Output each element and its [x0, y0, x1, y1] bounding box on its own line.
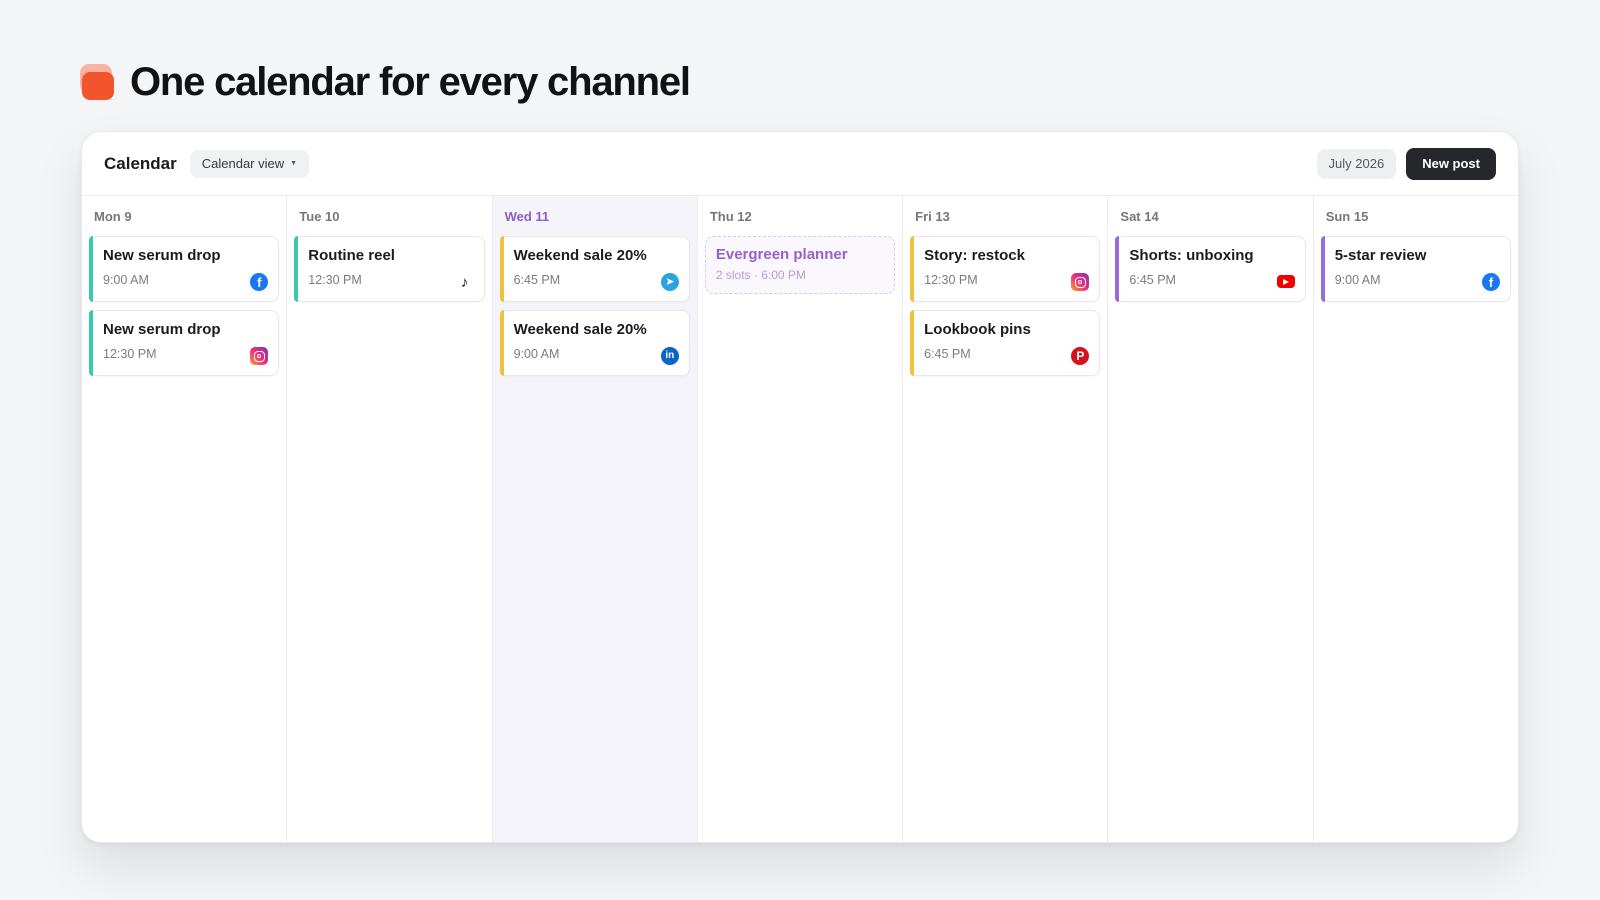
- post-title: Routine reel: [308, 247, 395, 264]
- post-title: New serum drop: [103, 321, 221, 338]
- post-card[interactable]: Lookbook pins 6:45 PM P: [910, 310, 1101, 376]
- post-card[interactable]: New serum drop 12:30 PM: [89, 310, 280, 376]
- post-title: Lookbook pins: [924, 321, 1031, 338]
- post-card[interactable]: Routine reel 12:30 PM ♪: [294, 236, 485, 302]
- day-header: Tue 10: [299, 208, 340, 224]
- post-card[interactable]: Weekend sale 20% 9:00 AM in: [499, 310, 690, 376]
- post-time: 12:30 PM: [103, 347, 157, 361]
- pinterest-icon: P: [1071, 347, 1090, 365]
- post-time: 6:45 PM: [513, 273, 561, 287]
- post-card[interactable]: 5-star review 9:00 AM f: [1320, 236, 1511, 302]
- post-title: Story: restock: [924, 247, 1025, 264]
- post-time: 9:00 AM: [513, 347, 560, 361]
- new-post-button[interactable]: New post: [1406, 147, 1496, 180]
- day-header: Fri 13: [915, 208, 950, 224]
- day-column[interactable]: Mon 9 New serum drop 9:00 AM f New serum dro…: [82, 196, 288, 842]
- week-grid: Mon 9 New serum drop 9:00 AM f New serum dro…: [82, 196, 1518, 842]
- post-time: 6:45 PM: [924, 347, 971, 361]
- post-card[interactable]: Weekend sale 20% 6:45 PM ➤: [499, 236, 690, 302]
- evergreen-slot[interactable]: Evergreen planner 2 slots · 6:00 PM: [704, 236, 896, 294]
- post-time: 12:30 PM: [924, 273, 978, 287]
- telegram-icon: ➤: [660, 273, 679, 291]
- instagram-icon: [250, 347, 269, 365]
- instagram-icon: [1071, 273, 1090, 291]
- calendar-title: Calendar: [104, 153, 177, 173]
- day-header: Mon 9: [94, 208, 132, 224]
- page-title: One calendar for every channel: [130, 59, 691, 104]
- calendar-view-label: Calendar view: [201, 156, 285, 171]
- calendar-view-dropdown[interactable]: Calendar view ▼: [189, 149, 310, 178]
- day-header: Thu 12: [709, 208, 752, 224]
- app-logo-icon: [80, 64, 116, 100]
- facebook-icon: f: [250, 273, 269, 291]
- youtube-icon: [1276, 275, 1295, 288]
- tiktok-icon: ♪: [460, 273, 469, 291]
- month-picker[interactable]: July 2026: [1316, 148, 1397, 179]
- day-header: Wed 11: [504, 208, 550, 224]
- caret-down-icon: ▼: [290, 160, 298, 167]
- day-column[interactable]: Sat 14 Shorts: unboxing 6:45 PM: [1108, 196, 1314, 842]
- day-column[interactable]: Fri 13 Story: restock 12:30 PM Lookbook pin…: [903, 196, 1109, 842]
- post-card[interactable]: New serum drop 9:00 AM f: [89, 236, 280, 302]
- post-title: 5-star review: [1334, 247, 1427, 264]
- post-title: Shorts: unboxing: [1129, 247, 1254, 264]
- slot-subtitle: 2 slots · 6:00 PM: [715, 268, 806, 282]
- linkedin-icon: in: [660, 347, 679, 365]
- post-card[interactable]: Shorts: unboxing 6:45 PM: [1115, 236, 1306, 302]
- post-card[interactable]: Story: restock 12:30 PM: [910, 236, 1101, 302]
- page-header: One calendar for every channel: [80, 56, 691, 108]
- slot-title: Evergreen planner: [715, 246, 848, 263]
- day-header: Sun 15: [1325, 208, 1369, 224]
- calendar-toolbar: Calendar Calendar view ▼ July 2026 New p…: [82, 132, 1518, 196]
- post-time: 12:30 PM: [308, 273, 362, 287]
- day-column[interactable]: Thu 12 Evergreen planner 2 slots · 6:00 PM: [698, 196, 904, 842]
- post-title: Weekend sale 20%: [513, 321, 647, 338]
- day-header: Sat 14: [1120, 208, 1159, 224]
- post-time: 9:00 AM: [1334, 273, 1381, 287]
- post-title: New serum drop: [103, 247, 221, 264]
- calendar-panel: Calendar Calendar view ▼ July 2026 New p…: [81, 131, 1519, 843]
- post-title: Weekend sale 20%: [513, 247, 647, 264]
- facebook-icon: f: [1481, 273, 1500, 291]
- day-column[interactable]: Sun 15 5-star review 9:00 AM f: [1314, 196, 1518, 842]
- day-column[interactable]: Tue 10 Routine reel 12:30 PM ♪: [287, 196, 493, 842]
- post-time: 9:00 AM: [103, 273, 149, 287]
- day-column[interactable]: Wed 11 Weekend sale 20% 6:45 PM ➤ Weekend sa…: [492, 196, 698, 842]
- post-time: 6:45 PM: [1129, 273, 1176, 287]
